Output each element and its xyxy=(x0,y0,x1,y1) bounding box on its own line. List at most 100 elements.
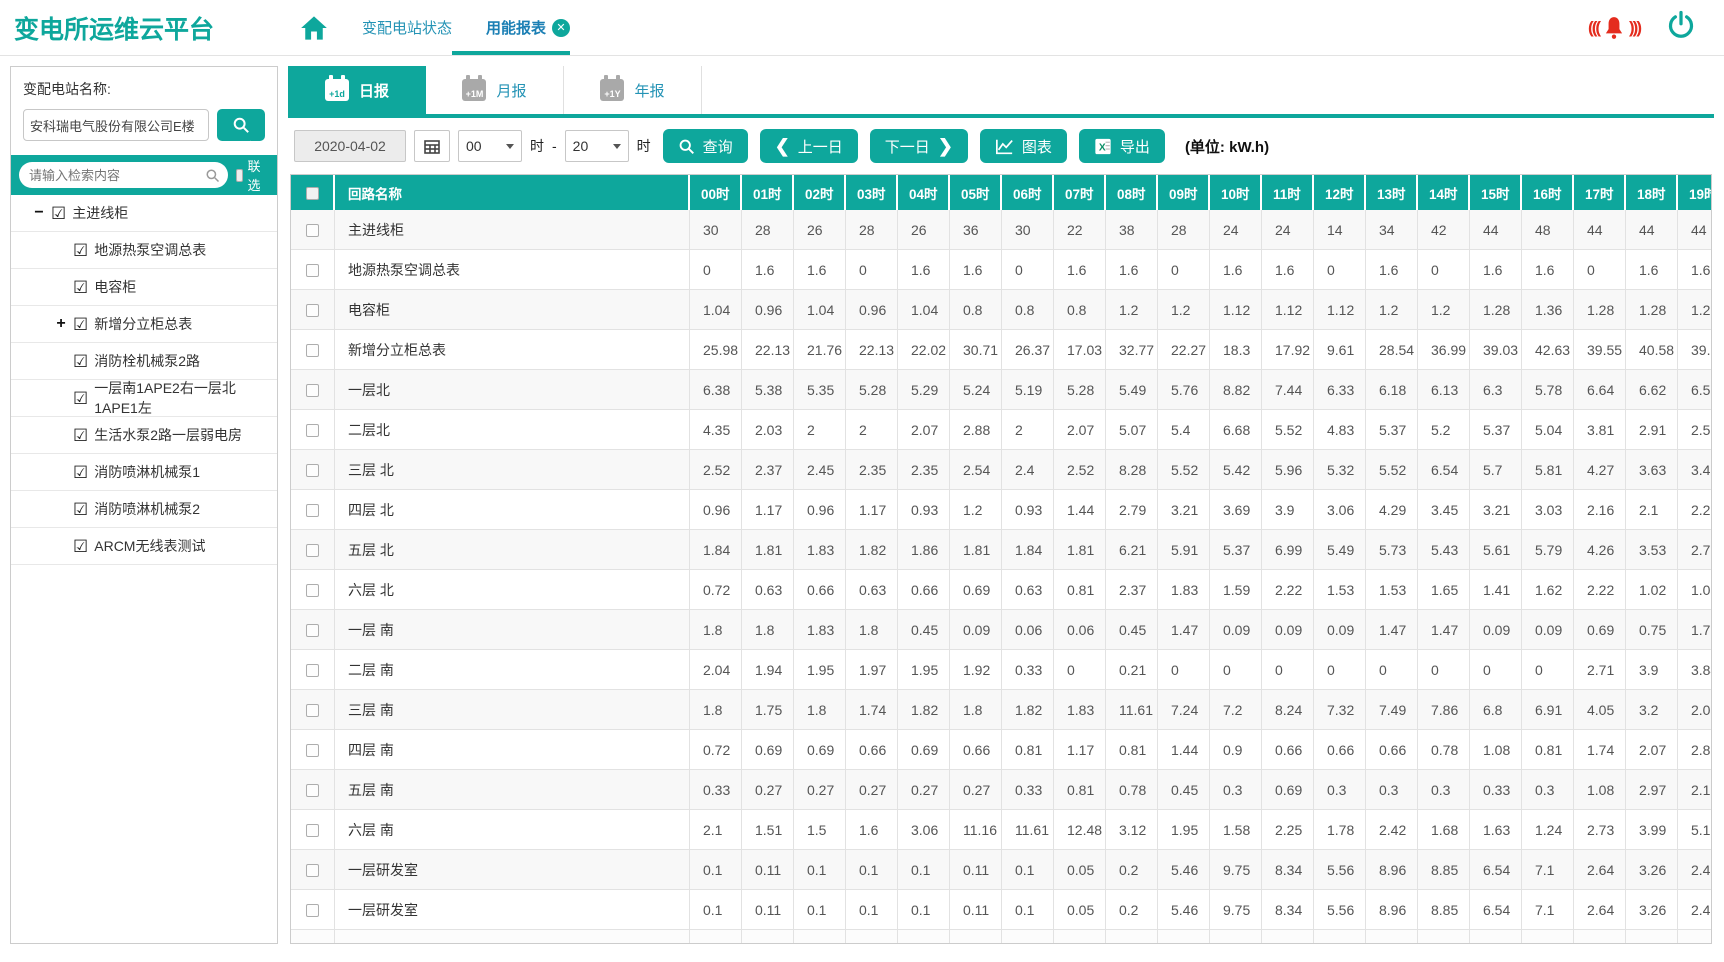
checked-checkbox-icon[interactable]: ☑ xyxy=(73,316,88,333)
tree-item[interactable]: ☑ 生活水泵2路一层弱电房 xyxy=(11,417,277,454)
row-checkbox[interactable] xyxy=(306,664,319,678)
tab-monthly-label: 月报 xyxy=(496,82,527,100)
row-select-cell[interactable] xyxy=(291,290,335,330)
checked-checkbox-icon[interactable]: ☑ xyxy=(73,501,88,518)
value-cell: 1.08 xyxy=(1470,730,1522,770)
tree-item[interactable]: + ☑ 新增分立柜总表 xyxy=(11,306,277,343)
row-select-cell[interactable] xyxy=(291,730,335,770)
alarm-bell-icon[interactable]: ((())) xyxy=(1588,15,1642,41)
checked-checkbox-icon[interactable]: ☑ xyxy=(51,205,66,222)
row-checkbox[interactable] xyxy=(306,584,319,598)
report-table-scroll-area[interactable]: 回路名称 00时 01时 02时 03时 04时 05时 06时 07时 08时 09时 10时 11时… xyxy=(290,174,1712,944)
row-checkbox[interactable] xyxy=(306,464,319,478)
tree-item[interactable]: ☑ 消防栓机械泵2路 xyxy=(11,343,277,380)
station-name-input[interactable] xyxy=(23,109,209,141)
value-cell: 2.45 xyxy=(794,450,846,490)
empty-cell xyxy=(1314,930,1366,943)
value-cell: 1.63 xyxy=(1470,810,1522,850)
row-select-cell[interactable] xyxy=(291,850,335,890)
tree-item[interactable]: ☑ 消防喷淋机械泵1 xyxy=(11,454,277,491)
tree-search-input[interactable] xyxy=(29,167,205,183)
tree-item[interactable]: ☑ 电容柜 xyxy=(11,269,277,306)
tab-energy-report[interactable]: 用能报表 ✕ xyxy=(486,17,571,38)
hour-to-select[interactable]: 20 xyxy=(564,130,629,162)
value-cell: 0.05 xyxy=(1054,850,1106,890)
value-cell: 2.37 xyxy=(742,450,794,490)
row-checkbox[interactable] xyxy=(306,824,319,838)
value-cell: 1.28 xyxy=(1678,290,1711,330)
next-day-button[interactable]: 下一日 ❯ xyxy=(869,129,968,163)
row-checkbox[interactable] xyxy=(306,704,319,718)
tab-substation-status[interactable]: 变配电站状态 xyxy=(362,17,452,38)
value-cell: 5.32 xyxy=(1314,450,1366,490)
checked-checkbox-icon[interactable]: ☑ xyxy=(73,279,88,296)
cascade-checkbox[interactable] xyxy=(236,168,243,182)
row-checkbox[interactable] xyxy=(306,424,319,438)
row-select-cell[interactable] xyxy=(291,210,335,250)
row-select-cell[interactable] xyxy=(291,450,335,490)
row-checkbox[interactable] xyxy=(306,224,319,238)
tree-item[interactable]: ☑ 地源热泵空调总表 xyxy=(11,232,277,269)
row-checkbox[interactable] xyxy=(306,784,319,798)
row-checkbox[interactable] xyxy=(306,904,319,918)
checked-checkbox-icon[interactable]: ☑ xyxy=(73,427,88,444)
expand-icon[interactable]: + xyxy=(55,315,67,333)
home-icon[interactable] xyxy=(300,15,328,41)
row-select-cell[interactable] xyxy=(291,770,335,810)
checked-checkbox-icon[interactable]: ☑ xyxy=(73,464,88,481)
row-select-cell[interactable] xyxy=(291,490,335,530)
tree-item[interactable]: ☑ ARCM无线表测试 xyxy=(11,528,277,565)
row-select-cell[interactable] xyxy=(291,330,335,370)
checked-checkbox-icon[interactable]: ☑ xyxy=(73,242,88,259)
checked-checkbox-icon[interactable]: ☑ xyxy=(73,353,88,370)
value-cell: 1.68 xyxy=(1418,810,1470,850)
checked-checkbox-icon[interactable]: ☑ xyxy=(73,538,88,555)
calendar-picker-button[interactable] xyxy=(414,130,450,162)
row-checkbox[interactable] xyxy=(306,744,319,758)
checked-checkbox-icon[interactable]: ☑ xyxy=(73,390,88,407)
hour-from-select[interactable]: 00 xyxy=(458,130,522,162)
row-select-cell[interactable] xyxy=(291,250,335,290)
tree-item[interactable]: ☑ 消防喷淋机械泵2 xyxy=(11,491,277,528)
tab-daily-report[interactable]: +1d 日报 xyxy=(288,66,426,114)
row-checkbox[interactable] xyxy=(306,344,319,358)
circuit-name-cell: 一层研发室 xyxy=(335,890,690,930)
prev-day-button[interactable]: ❮ 上一日 xyxy=(759,129,858,163)
value-cell: 5.42 xyxy=(1210,450,1262,490)
power-icon[interactable] xyxy=(1666,10,1696,45)
query-button[interactable]: 查询 xyxy=(662,129,748,163)
tree-item[interactable]: ☑ 一层南1APE2右一层北1APE1左 xyxy=(11,380,277,417)
row-select-cell[interactable] xyxy=(291,650,335,690)
row-checkbox[interactable] xyxy=(306,624,319,638)
export-button[interactable]: X 导出 xyxy=(1078,129,1165,163)
circuit-name-cell: 五层 北 xyxy=(335,530,690,570)
row-select-cell[interactable] xyxy=(291,530,335,570)
row-checkbox[interactable] xyxy=(306,304,319,318)
row-select-cell[interactable] xyxy=(291,570,335,610)
row-checkbox[interactable] xyxy=(306,544,319,558)
row-select-cell[interactable] xyxy=(291,370,335,410)
header-select-all-cell[interactable] xyxy=(291,175,335,210)
select-all-checkbox[interactable] xyxy=(305,186,319,200)
tree-item[interactable]: − ☑ 主进线柜 xyxy=(11,195,277,232)
row-checkbox[interactable] xyxy=(306,384,319,398)
close-tab-icon[interactable]: ✕ xyxy=(552,18,571,37)
row-checkbox[interactable] xyxy=(306,264,319,278)
chart-button[interactable]: 图表 xyxy=(979,129,1067,163)
value-cell: 1.5 xyxy=(794,810,846,850)
row-select-cell[interactable] xyxy=(291,690,335,730)
date-input[interactable] xyxy=(294,130,406,162)
tab-monthly-report[interactable]: +1M 月报 xyxy=(426,66,564,114)
calendar-month-icon: +1M xyxy=(462,75,487,101)
row-select-cell[interactable] xyxy=(291,890,335,930)
row-checkbox[interactable] xyxy=(306,864,319,878)
row-select-cell[interactable] xyxy=(291,410,335,450)
row-select-cell[interactable] xyxy=(291,810,335,850)
row-checkbox[interactable] xyxy=(306,504,319,518)
value-cell: 5.52 xyxy=(1366,450,1418,490)
tree-search-box[interactable] xyxy=(19,162,228,188)
tab-yearly-report[interactable]: +1Y 年报 xyxy=(564,66,702,114)
value-cell: 1.81 xyxy=(950,530,1002,570)
row-select-cell[interactable] xyxy=(291,610,335,650)
collapse-icon[interactable]: − xyxy=(33,204,45,222)
